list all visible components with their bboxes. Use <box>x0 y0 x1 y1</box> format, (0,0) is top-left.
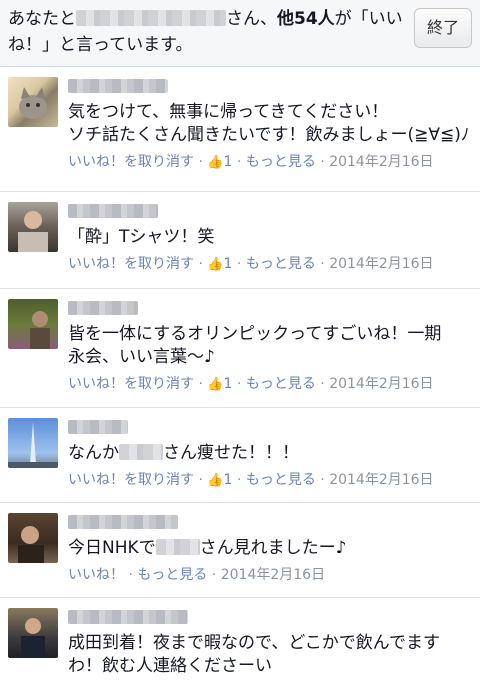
more-link[interactable]: もっと見る <box>246 472 316 488</box>
person-avatar-icon <box>18 526 44 563</box>
unlike-link[interactable]: いいね！を取り消す <box>68 256 194 272</box>
person-avatar-icon <box>30 311 50 349</box>
unlike-link[interactable]: いいね！を取り消す <box>68 472 194 488</box>
comment-item: なんか さん痩せた！！！ いいね！を取り消す · 👍1 · もっと見る · 201… <box>0 408 480 503</box>
comment-list: 気をつけて、無事に帰ってきてください！ ソチ話たくさん聞きたいです！飲みましょー… <box>0 67 480 698</box>
redacted-name <box>76 10 226 26</box>
more-link[interactable]: もっと見る <box>137 567 207 583</box>
thumbs-up-icon: 👍 <box>207 155 224 170</box>
comment-like-count[interactable]: 1 <box>224 472 233 488</box>
comment-text-part: さん痩せた！！！ <box>163 443 299 463</box>
commenter-name[interactable] <box>68 79 168 93</box>
thumbs-up-icon: 👍 <box>207 377 224 392</box>
comment-like-count[interactable]: 1 <box>224 256 233 272</box>
comment-text: 今日NHKで さん見れましたー♪ <box>68 537 470 560</box>
comment-meta: いいね！を取り消す · 👍1 · もっと見る · 2014年2月16日 <box>68 376 434 392</box>
comment-date: 2014年2月16日 <box>220 567 326 583</box>
comment-like-count[interactable]: 1 <box>224 376 233 392</box>
more-link[interactable]: もっと見る <box>246 376 316 392</box>
comment-item: 今日NHKで さん見れましたー♪ いいね！ · もっと見る · 2014年2月16… <box>0 503 480 598</box>
commenter-name[interactable] <box>68 610 188 624</box>
commenter-name[interactable] <box>68 301 138 315</box>
avatar[interactable] <box>8 77 58 127</box>
comment-date: 2014年2月16日 <box>329 154 434 170</box>
done-button[interactable]: 終了 <box>414 8 472 48</box>
comment-date: 2014年2月16日 <box>329 376 434 392</box>
likes-summary-prefix: あなたと <box>8 9 76 29</box>
likes-summary-suffix: さん、 <box>226 9 277 29</box>
comment-text-part: なんか <box>68 443 119 463</box>
comment-item: 成田到着！夜まで暇なので、どこかで飲んでます わ！飲む人連絡くださーい <box>0 598 480 698</box>
commenter-name[interactable] <box>68 420 128 434</box>
comment-meta: いいね！ · もっと見る · 2014年2月16日 <box>68 567 326 583</box>
redacted-name <box>119 444 163 460</box>
cat-avatar-icon <box>19 87 47 119</box>
person-avatar-icon <box>21 618 45 658</box>
likes-header: あなたと さん、他54人が「いいね！」と言っています。 終了 <box>0 0 480 67</box>
comment-text: なんか さん痩せた！！！ <box>68 442 470 465</box>
more-link[interactable]: もっと見る <box>246 154 316 170</box>
comment-meta: いいね！を取り消す · 👍1 · もっと見る · 2014年2月16日 <box>68 472 434 488</box>
redacted-name <box>155 539 200 555</box>
comment-meta: いいね！を取り消す · 👍1 · もっと見る · 2014年2月16日 <box>68 154 434 170</box>
comment-item: 気をつけて、無事に帰ってきてください！ ソチ話たくさん聞きたいです！飲みましょー… <box>0 67 480 192</box>
thumbs-up-icon: 👍 <box>207 473 224 488</box>
comment-text: 成田到着！夜まで暇なので、どこかで飲んでます わ！飲む人連絡くださーい <box>68 633 440 676</box>
likes-count[interactable]: 他54人 <box>277 9 335 29</box>
comment-text: 気をつけて、無事に帰ってきてください！ ソチ話たくさん聞きたいです！飲みましょー… <box>68 102 470 145</box>
likes-summary: あなたと さん、他54人が「いいね！」と言っています。 <box>8 6 408 58</box>
comment-date: 2014年2月16日 <box>329 472 434 488</box>
more-link[interactable]: もっと見る <box>246 256 316 272</box>
avatar[interactable] <box>8 418 58 468</box>
commenter-name[interactable] <box>68 515 178 529</box>
comment-text-part: さん見れましたー♪ <box>199 538 347 558</box>
comment-item: 「酔」Tシャツ！笑 いいね！を取り消す · 👍1 · もっと見る · 2014年… <box>0 192 480 289</box>
like-link[interactable]: いいね！ <box>68 567 124 583</box>
avatar[interactable] <box>8 513 58 563</box>
avatar[interactable] <box>8 299 58 349</box>
unlike-link[interactable]: いいね！を取り消す <box>68 376 194 392</box>
comment-text-part: 今日NHKで <box>68 538 156 558</box>
person-avatar-icon <box>18 211 48 252</box>
comment-item: 皆を一体にするオリンピックってすごいね！一期 永会、いい言葉〜♪ いいね！を取り… <box>0 289 480 408</box>
thumbs-up-icon: 👍 <box>207 257 224 272</box>
avatar[interactable] <box>8 202 58 252</box>
comment-text: 「酔」Tシャツ！笑 <box>68 227 215 247</box>
avatar[interactable] <box>8 608 58 658</box>
unlike-link[interactable]: いいね！を取り消す <box>68 154 194 170</box>
comment-meta: いいね！を取り消す · 👍1 · もっと見る · 2014年2月16日 <box>68 256 434 272</box>
comment-text: 皆を一体にするオリンピックってすごいね！一期 永会、いい言葉〜♪ <box>68 324 442 367</box>
comment-like-count[interactable]: 1 <box>224 154 233 170</box>
commenter-name[interactable] <box>68 204 158 218</box>
tower-avatar-icon <box>8 422 58 468</box>
comment-date: 2014年2月16日 <box>329 256 434 272</box>
